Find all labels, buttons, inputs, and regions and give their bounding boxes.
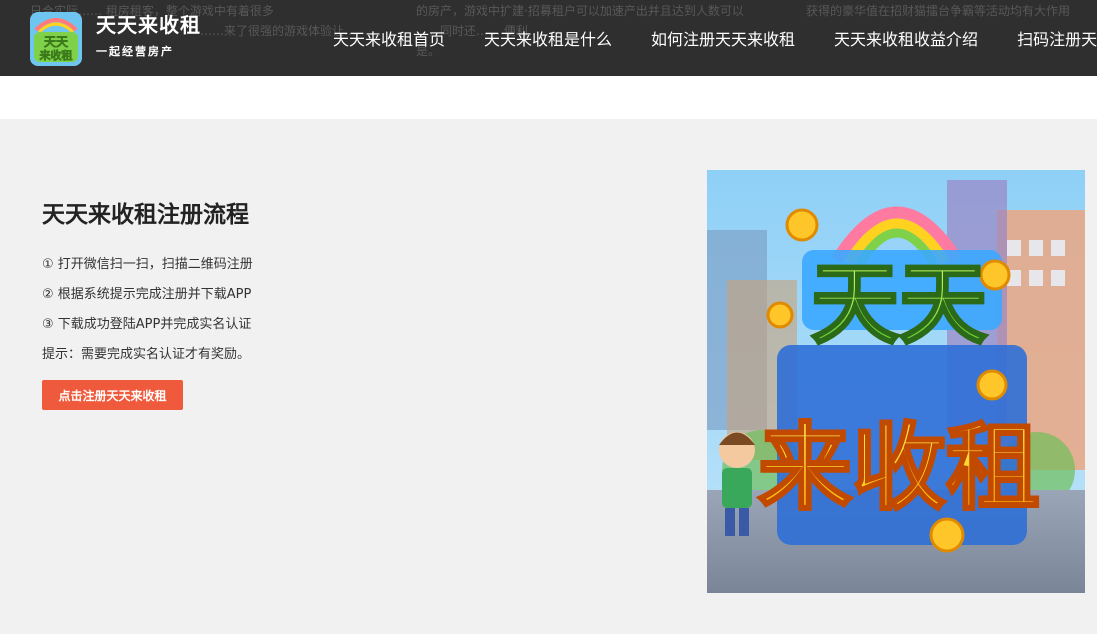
site-title[interactable]: 天天来收租 [96, 9, 201, 38]
nav-item-scan-register[interactable]: 扫码注册天 [1017, 26, 1097, 50]
hero-logo-line2: 来收租 [758, 414, 1040, 523]
nav-item-home[interactable]: 天天来收租首页 [333, 26, 445, 50]
nav-item-income[interactable]: 天天来收租收益介绍 [834, 26, 978, 50]
hero-image: 天天 来收租 [707, 170, 1085, 593]
hero-logo-line1: 天天 [811, 253, 987, 356]
site-header: 日合实际…… 租房租客，整个游戏中有着很多 ……来了很强的游戏体验让… 的房产，… [0, 0, 1097, 76]
step-3: ③ 下载成功登陆APP并完成实名认证 [42, 317, 252, 332]
nav-item-what-is[interactable]: 天天来收租是什么 [484, 26, 612, 50]
logo-icon: 天天 来收租 [30, 12, 82, 66]
section-title: 天天来收租注册流程 [42, 202, 249, 228]
main-nav: 天天来收租首页 天天来收租是什么 如何注册天天来收租 天天来收租收益介绍 扫码注… [333, 0, 1097, 76]
svg-text:天天: 天天 [44, 35, 69, 49]
svg-text:来收租: 来收租 [39, 48, 73, 62]
hero-illustration: 天天 来收租 [707, 170, 1085, 593]
site-logo[interactable]: 天天 来收租 [28, 8, 84, 68]
tip-text: 提示：需要完成实名认证才有奖励。 [42, 347, 251, 362]
nav-item-how-to-register[interactable]: 如何注册天天来收租 [651, 26, 795, 50]
register-button[interactable]: 点击注册天天来收租 [42, 380, 183, 410]
register-section: 天天来收租注册流程 ① 打开微信扫一扫，扫描二维码注册 ② 根据系统提示完成注册… [0, 119, 1097, 634]
step-2: ② 根据系统提示完成注册并下载APP [42, 287, 252, 302]
site-slogan: 一起经营房产 [96, 45, 174, 58]
step-1: ① 打开微信扫一扫，扫描二维码注册 [42, 257, 253, 272]
